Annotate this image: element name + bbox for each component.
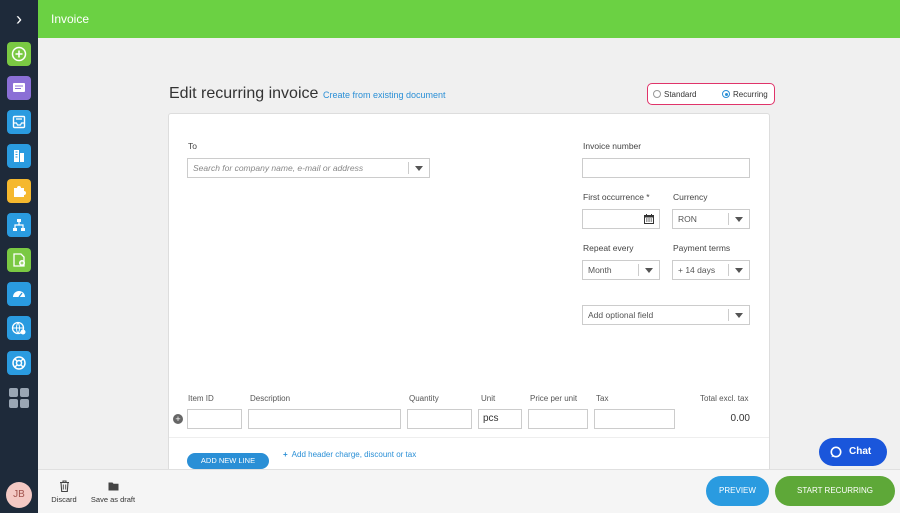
save-draft-label: Save as draft [90,495,136,504]
col-price: Price per unit [530,394,578,403]
recurring-radio[interactable] [722,90,730,98]
add-header-charge-link[interactable]: + Add header charge, discount or tax [283,450,416,459]
globe-settings-icon[interactable] [7,316,31,340]
line-total: 0.00 [730,413,750,424]
preview-button[interactable]: PREVIEW [706,476,769,506]
repeat-every-value: Month [588,265,612,275]
first-occurrence-input[interactable] [582,209,660,229]
top-header: Invoice [38,0,900,38]
header-title: Invoice [51,12,90,26]
unit-input[interactable]: pcs [478,409,522,429]
payment-terms-label: Payment terms [673,243,731,253]
plus-icon: + [283,450,288,459]
dashboard-icon[interactable] [7,282,31,306]
payment-terms-select[interactable]: + 14 days [672,260,750,280]
currency-select[interactable]: RON [672,209,750,229]
discard-label: Discard [51,495,77,504]
tax-input[interactable] [594,409,675,429]
to-search-input[interactable]: Search for company name, e-mail or addre… [187,158,430,178]
puzzle-icon[interactable] [7,179,31,203]
chevron-right-icon[interactable]: › [0,6,38,32]
inbox-icon[interactable] [7,110,31,134]
first-occurrence-label: First occurrence * [583,192,650,202]
add-header-charge-label: Add header charge, discount or tax [291,450,417,459]
add-row-plus-icon[interactable]: + [173,414,183,424]
avatar[interactable]: JB [6,482,32,508]
start-recurring-button[interactable]: START RECURRING [775,476,895,506]
price-input[interactable] [528,409,588,429]
chat-button[interactable]: Chat [819,438,887,466]
standard-radio[interactable] [653,90,661,98]
payment-terms-value: + 14 days [678,265,716,275]
currency-label: Currency [673,192,708,202]
save-draft-button[interactable]: Save as draft [88,480,138,504]
col-unit: Unit [481,394,496,403]
item-id-input[interactable] [187,409,242,429]
description-input[interactable] [248,409,401,429]
folder-icon [108,482,118,491]
add-document-icon[interactable] [7,248,31,272]
col-total: Total excl. tax [700,394,749,403]
quantity-input[interactable] [407,409,472,429]
apps-grid-icon[interactable] [9,388,29,408]
optional-field-select[interactable]: Add optional field [582,305,750,325]
create-from-existing-link[interactable]: Create from existing document [323,90,446,100]
col-item-id: Item ID [188,394,214,403]
trash-icon [59,480,69,492]
invoice-type-toggle: Standard Recurring [647,83,775,105]
sidebar: › JB [0,0,38,513]
chat-bubble-icon [830,446,842,458]
messages-icon[interactable] [7,76,31,100]
invoice-number-label: Invoice number [583,141,642,151]
calendar-icon[interactable] [643,213,655,225]
footer-bar: Discard Save as draft [38,469,900,513]
standard-label[interactable]: Standard [664,90,696,99]
repeat-every-select[interactable]: Month [582,260,660,280]
to-label: To [188,141,197,151]
add-new-icon[interactable] [7,42,31,66]
lifebuoy-icon[interactable] [7,351,31,375]
col-tax: Tax [596,394,609,403]
building-icon[interactable] [7,144,31,168]
currency-value: RON [678,214,697,224]
recurring-label[interactable]: Recurring [733,90,768,99]
hierarchy-icon[interactable] [7,213,31,237]
col-description: Description [250,394,291,403]
repeat-every-label: Repeat every [583,243,634,253]
optional-field-label: Add optional field [588,310,654,320]
invoice-number-input[interactable] [582,158,750,178]
chat-label: Chat [849,446,872,457]
col-quantity: Quantity [409,394,439,403]
divider [169,437,769,438]
to-search-placeholder: Search for company name, e-mail or addre… [193,163,364,173]
discard-button[interactable]: Discard [50,480,78,504]
page-title: Edit recurring invoice [169,85,319,102]
add-new-line-button[interactable]: ADD NEW LINE [187,453,269,469]
